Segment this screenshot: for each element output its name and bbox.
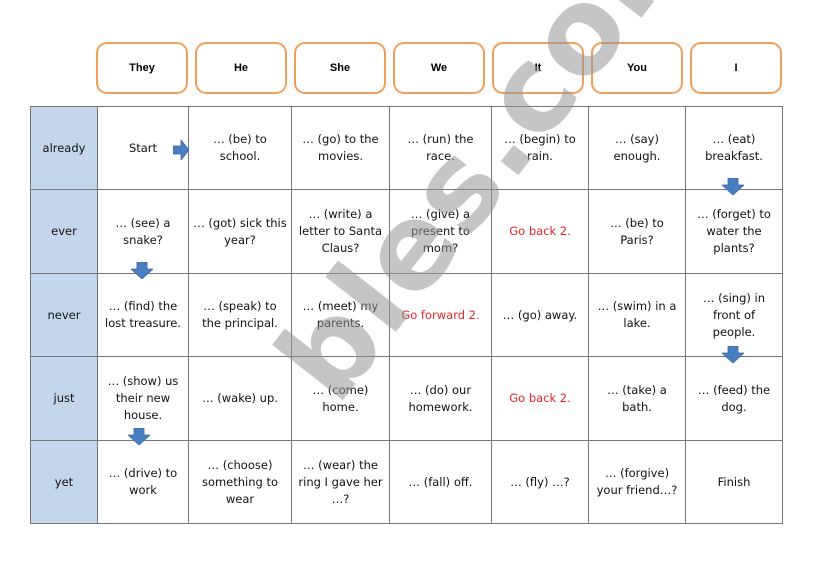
adverb-label: already — [30, 106, 98, 190]
cell-text: … (see) a snake? — [115, 215, 171, 247]
board-row-never: never … (find) the lost treasure. … (spe… — [30, 273, 783, 357]
cell-text: Finish — [717, 474, 751, 489]
board-cell: … (wear) the ring I gave her …? — [291, 440, 390, 524]
cell-text: … (do) our homework. — [408, 382, 473, 414]
board-cell-finish: Finish — [685, 440, 783, 524]
cell-text: … (drive) to work — [108, 466, 178, 497]
board-cell: … (choose) something to wear — [188, 440, 292, 524]
cell-text: … (forgive) your friend…? — [596, 466, 678, 497]
adverb-label: ever — [30, 189, 98, 274]
board-cell: … (say) enough. — [588, 106, 686, 190]
board-cell: … (run) the race. — [389, 106, 492, 190]
cell-text: … (come) home. — [312, 382, 369, 414]
arrow-down-icon — [128, 428, 150, 445]
board-cell: … (fly) …? — [491, 440, 589, 524]
cell-text: … (choose) something to wear — [201, 457, 279, 506]
board-cell: Go back 2. — [491, 189, 589, 274]
pronoun-it: It — [492, 42, 584, 94]
cell-text: … (go) to the movies. — [302, 132, 379, 163]
pronoun-we: We — [393, 42, 485, 94]
pronoun-you: You — [591, 42, 683, 94]
cell-text: … (feed) the dog. — [697, 382, 771, 414]
board-cell: … (see) a snake? — [97, 189, 189, 274]
cell-text: … (run) the race. — [407, 132, 474, 163]
board-cell: … (forgive) your friend…? — [588, 440, 686, 524]
cell-text: … (go) away. — [502, 307, 578, 322]
cell-text: … (show) us their new house. — [107, 374, 179, 422]
adverb-label: just — [30, 356, 98, 441]
board-cell: … (feed) the dog. — [685, 356, 783, 441]
cell-text: … (take) a bath. — [607, 382, 667, 414]
board-cell: … (sing) in front of people. — [685, 273, 783, 357]
cell-text: … (speak) to the principal. — [202, 299, 278, 330]
board-cell: … (forget) to water the plants? — [685, 189, 783, 274]
arrow-down-icon — [722, 178, 744, 195]
arrow-right-icon — [173, 140, 189, 160]
board-cell: … (find) the lost treasure. — [97, 273, 189, 357]
cell-text: Go back 2. — [509, 224, 571, 238]
board-cell: … (take) a bath. — [588, 356, 686, 441]
cell-text: … (swim) in a lake. — [597, 299, 677, 330]
cell-text: … (fall) off. — [408, 474, 473, 489]
cell-text: Go back 2. — [509, 391, 571, 405]
board-cell: … (write) a letter to Santa Claus? — [291, 189, 390, 274]
cell-text: … (write) a letter to Santa Claus? — [298, 207, 383, 255]
arrow-down-icon — [722, 346, 744, 363]
board-cell: … (do) our homework. — [389, 356, 492, 441]
cell-text: Start — [128, 140, 158, 155]
board-cell: … (go) away. — [491, 273, 589, 357]
cell-text: … (got) sick this year? — [193, 215, 287, 247]
board-cell: Go back 2. — [491, 356, 589, 441]
board-row-ever: ever … (see) a snake? … (got) sick this … — [30, 189, 783, 274]
pronoun-he: He — [195, 42, 287, 94]
board-row-yet: yet … (drive) to work … (choose) somethi… — [30, 440, 783, 524]
board-cell: … (speak) to the principal. — [188, 273, 292, 357]
board-cell: … (go) to the movies. — [291, 106, 390, 190]
board-cell: … (give) a present to mom? — [389, 189, 492, 274]
cell-text: … (forget) to water the plants? — [697, 207, 771, 255]
board-cell: … (swim) in a lake. — [588, 273, 686, 357]
cell-text: … (be) to Paris? — [610, 215, 664, 247]
arrow-down-icon — [131, 262, 153, 279]
cell-text: … (sing) in front of people. — [702, 290, 766, 339]
board-row-already: already Start … (be) to school. … (go) t… — [30, 106, 783, 190]
game-board: already Start … (be) to school. … (go) t… — [30, 106, 783, 524]
cell-text: … (find) the lost treasure. — [105, 299, 181, 330]
board-cell: … (got) sick this year? — [188, 189, 292, 274]
board-cell: … (meet) my parents. — [291, 273, 390, 357]
adverb-label: yet — [30, 440, 98, 524]
board-cell: … (begin) to rain. — [491, 106, 589, 190]
cell-text: … (eat) breakfast. — [705, 132, 763, 163]
cell-text: … (give) a present to mom? — [410, 207, 471, 255]
cell-text: … (begin) to rain. — [504, 132, 576, 163]
cell-text: Go forward 2. — [401, 307, 480, 322]
pronoun-she: She — [294, 42, 386, 94]
pronoun-i: I — [690, 42, 782, 94]
pronoun-they: They — [96, 42, 188, 94]
cell-text: … (fly) …? — [510, 474, 570, 489]
board-cell: … (fall) off. — [389, 440, 492, 524]
cell-text: … (wake) up. — [202, 391, 278, 405]
adverb-label: never — [30, 273, 98, 357]
board-cell: … (come) home. — [291, 356, 390, 441]
board-cell: … (be) to Paris? — [588, 189, 686, 274]
cell-text: … (say) enough. — [613, 132, 661, 163]
board-cell: … (wake) up. — [188, 356, 292, 441]
board-cell: Go forward 2. — [389, 273, 492, 357]
board-cell: … (be) to school. — [188, 106, 292, 190]
cell-text: … (meet) my parents. — [302, 299, 379, 330]
board-cell: … (drive) to work — [97, 440, 189, 524]
cell-text: … (be) to school. — [213, 132, 267, 163]
cell-text: … (wear) the ring I gave her …? — [298, 457, 383, 506]
